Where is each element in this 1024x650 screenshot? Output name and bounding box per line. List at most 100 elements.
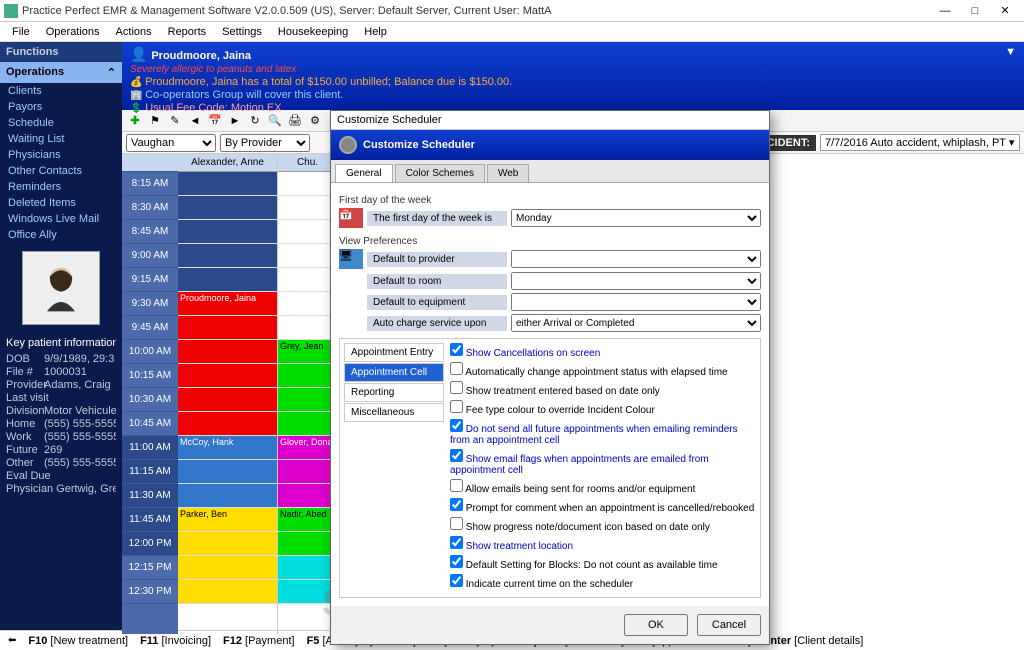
appointment-cell[interactable]: McCoy, Hank bbox=[178, 436, 277, 460]
sidebar-item-deleted-items[interactable]: Deleted Items bbox=[0, 195, 122, 211]
option-checkbox[interactable] bbox=[450, 449, 463, 462]
appointment-cell[interactable]: Glover, Donal bbox=[278, 436, 337, 460]
view-select[interactable]: By Provider bbox=[220, 134, 310, 152]
option-checkbox[interactable] bbox=[450, 419, 463, 432]
sidebar-item-physicians[interactable]: Physicians bbox=[0, 147, 122, 163]
nav-reporting[interactable]: Reporting bbox=[344, 383, 444, 402]
menu-actions[interactable]: Actions bbox=[108, 24, 160, 40]
time-slot: 9:30 AM bbox=[122, 292, 178, 316]
appointment-cell[interactable]: Proudmoore, Jaina bbox=[178, 292, 277, 316]
prev-icon[interactable]: ◄ bbox=[186, 112, 204, 130]
time-slot: 11:45 AM bbox=[122, 508, 178, 532]
time-slot: 10:45 AM bbox=[122, 412, 178, 436]
menu-housekeeping[interactable]: Housekeeping bbox=[270, 24, 356, 40]
option-checkbox[interactable] bbox=[450, 400, 463, 413]
gear-icon bbox=[339, 136, 357, 154]
option-checkbox[interactable] bbox=[450, 555, 463, 568]
collapse-icon: ⌃ bbox=[107, 66, 116, 79]
pref-select[interactable]: either Arrival or Completed bbox=[511, 314, 761, 332]
appointment-cell[interactable]: Parker, Ben bbox=[178, 508, 277, 532]
dialog-nav: Appointment EntryAppointment CellReporti… bbox=[344, 343, 444, 593]
time-slot: 10:00 AM bbox=[122, 340, 178, 364]
add-icon[interactable]: ✚ bbox=[126, 112, 144, 130]
patient-photo bbox=[22, 251, 100, 325]
pref-select[interactable] bbox=[511, 250, 761, 268]
cancel-button[interactable]: Cancel bbox=[697, 614, 761, 636]
time-slot: 11:00 AM bbox=[122, 436, 178, 460]
incident-select[interactable]: 7/7/2016 Auto accident, whiplash, PT ▾ bbox=[820, 134, 1020, 151]
appointment-cell[interactable]: Grey, Jean bbox=[278, 340, 337, 364]
status-hint: F11 [Invoicing] bbox=[140, 635, 211, 647]
option-checkbox[interactable] bbox=[450, 574, 463, 587]
pref-select[interactable] bbox=[511, 272, 761, 290]
menu-reports[interactable]: Reports bbox=[160, 24, 215, 40]
sidebar-item-office-ally[interactable]: Office Ally bbox=[0, 227, 122, 243]
nav-appointment-cell[interactable]: Appointment Cell bbox=[344, 363, 444, 382]
nav-appointment-entry[interactable]: Appointment Entry bbox=[344, 343, 444, 362]
sidebar-item-windows-live-mail[interactable]: Windows Live Mail bbox=[0, 211, 122, 227]
menu-operations[interactable]: Operations bbox=[38, 24, 108, 40]
first-day-select[interactable]: Monday bbox=[511, 209, 761, 227]
provider-column-2[interactable]: Chu. Grey, Jean Glover, Donal Nadir, Abe… bbox=[278, 154, 338, 634]
dialog-options: Show Cancellations on screen Automatical… bbox=[450, 343, 756, 593]
window-title: Practice Perfect EMR & Management Softwa… bbox=[22, 5, 930, 17]
customize-scheduler-dialog: Customize Scheduler Customize Scheduler … bbox=[330, 110, 770, 645]
flag-icon[interactable]: ⚑ bbox=[146, 112, 164, 130]
sidebar-item-clients[interactable]: Clients bbox=[0, 83, 122, 99]
time-slot: 9:45 AM bbox=[122, 316, 178, 340]
settings-icon[interactable]: ⚙ bbox=[306, 112, 324, 130]
time-slot: 12:30 PM bbox=[122, 580, 178, 604]
time-slot: 10:30 AM bbox=[122, 388, 178, 412]
time-column: 8:15 AM8:30 AM8:45 AM9:00 AM9:15 AM9:30 … bbox=[122, 154, 178, 634]
option-checkbox[interactable] bbox=[450, 536, 463, 549]
time-slot: 12:00 PM bbox=[122, 532, 178, 556]
dialog-tabs: GeneralColor SchemesWeb bbox=[331, 160, 769, 183]
location-select[interactable]: Vaughan bbox=[126, 134, 216, 152]
provider-column-1[interactable]: Alexander, Anne Proudmoore, Jaina McCoy,… bbox=[178, 154, 278, 634]
tab-web[interactable]: Web bbox=[487, 164, 529, 182]
sidebar: Functions Operations ⌃ ClientsPayorsSche… bbox=[0, 42, 122, 630]
option-checkbox[interactable] bbox=[450, 479, 463, 492]
main-menu: FileOperationsActionsReportsSettingsHous… bbox=[0, 22, 1024, 42]
tab-general[interactable]: General bbox=[335, 164, 393, 182]
time-slot: 8:15 AM bbox=[122, 172, 178, 196]
appointment-cell[interactable]: Nadir, Abed bbox=[278, 508, 337, 532]
status-hint: F12 [Payment] bbox=[223, 635, 295, 647]
patient-banner: 👤 Proudmoore, Jaina ▼ Severely allergic … bbox=[122, 42, 1024, 110]
pref-select[interactable] bbox=[511, 293, 761, 311]
ok-button[interactable]: OK bbox=[624, 614, 688, 636]
tab-color-schemes[interactable]: Color Schemes bbox=[395, 164, 485, 182]
close-button[interactable]: ✕ bbox=[990, 2, 1020, 20]
refresh-icon[interactable]: ↻ bbox=[246, 112, 264, 130]
sidebar-item-waiting-list[interactable]: Waiting List bbox=[0, 131, 122, 147]
print-icon[interactable]: 🖨 bbox=[286, 112, 304, 130]
sidebar-item-other-contacts[interactable]: Other Contacts bbox=[0, 163, 122, 179]
time-slot: 11:15 AM bbox=[122, 460, 178, 484]
nav-miscellaneous[interactable]: Miscellaneous bbox=[344, 403, 444, 422]
menu-help[interactable]: Help bbox=[356, 24, 395, 40]
menu-file[interactable]: File bbox=[4, 24, 38, 40]
maximize-button[interactable]: □ bbox=[960, 2, 990, 20]
edit-icon[interactable]: ✎ bbox=[166, 112, 184, 130]
option-checkbox[interactable] bbox=[450, 381, 463, 394]
menu-settings[interactable]: Settings bbox=[214, 24, 270, 40]
option-checkbox[interactable] bbox=[450, 517, 463, 530]
search-icon[interactable]: 🔍 bbox=[266, 112, 284, 130]
patient-info-panel: Key patient information: DOB9/9/1989, 29… bbox=[0, 333, 122, 500]
option-checkbox[interactable] bbox=[450, 362, 463, 375]
option-checkbox[interactable] bbox=[450, 343, 463, 356]
sidebar-item-schedule[interactable]: Schedule bbox=[0, 115, 122, 131]
sidebar-item-reminders[interactable]: Reminders bbox=[0, 179, 122, 195]
next-icon[interactable]: ► bbox=[226, 112, 244, 130]
time-slot: 11:30 AM bbox=[122, 484, 178, 508]
time-slot: 8:45 AM bbox=[122, 220, 178, 244]
status-hint: F10 [New treatment] bbox=[28, 635, 128, 647]
sidebar-section-title[interactable]: Operations ⌃ bbox=[0, 62, 122, 83]
option-checkbox[interactable] bbox=[450, 498, 463, 511]
minimize-button[interactable]: — bbox=[930, 2, 960, 20]
time-slot: 8:30 AM bbox=[122, 196, 178, 220]
time-slot: 9:00 AM bbox=[122, 244, 178, 268]
dialog-titlebar: Customize Scheduler bbox=[331, 111, 769, 130]
sidebar-item-payors[interactable]: Payors bbox=[0, 99, 122, 115]
calendar-icon[interactable]: 📅 bbox=[206, 112, 224, 130]
